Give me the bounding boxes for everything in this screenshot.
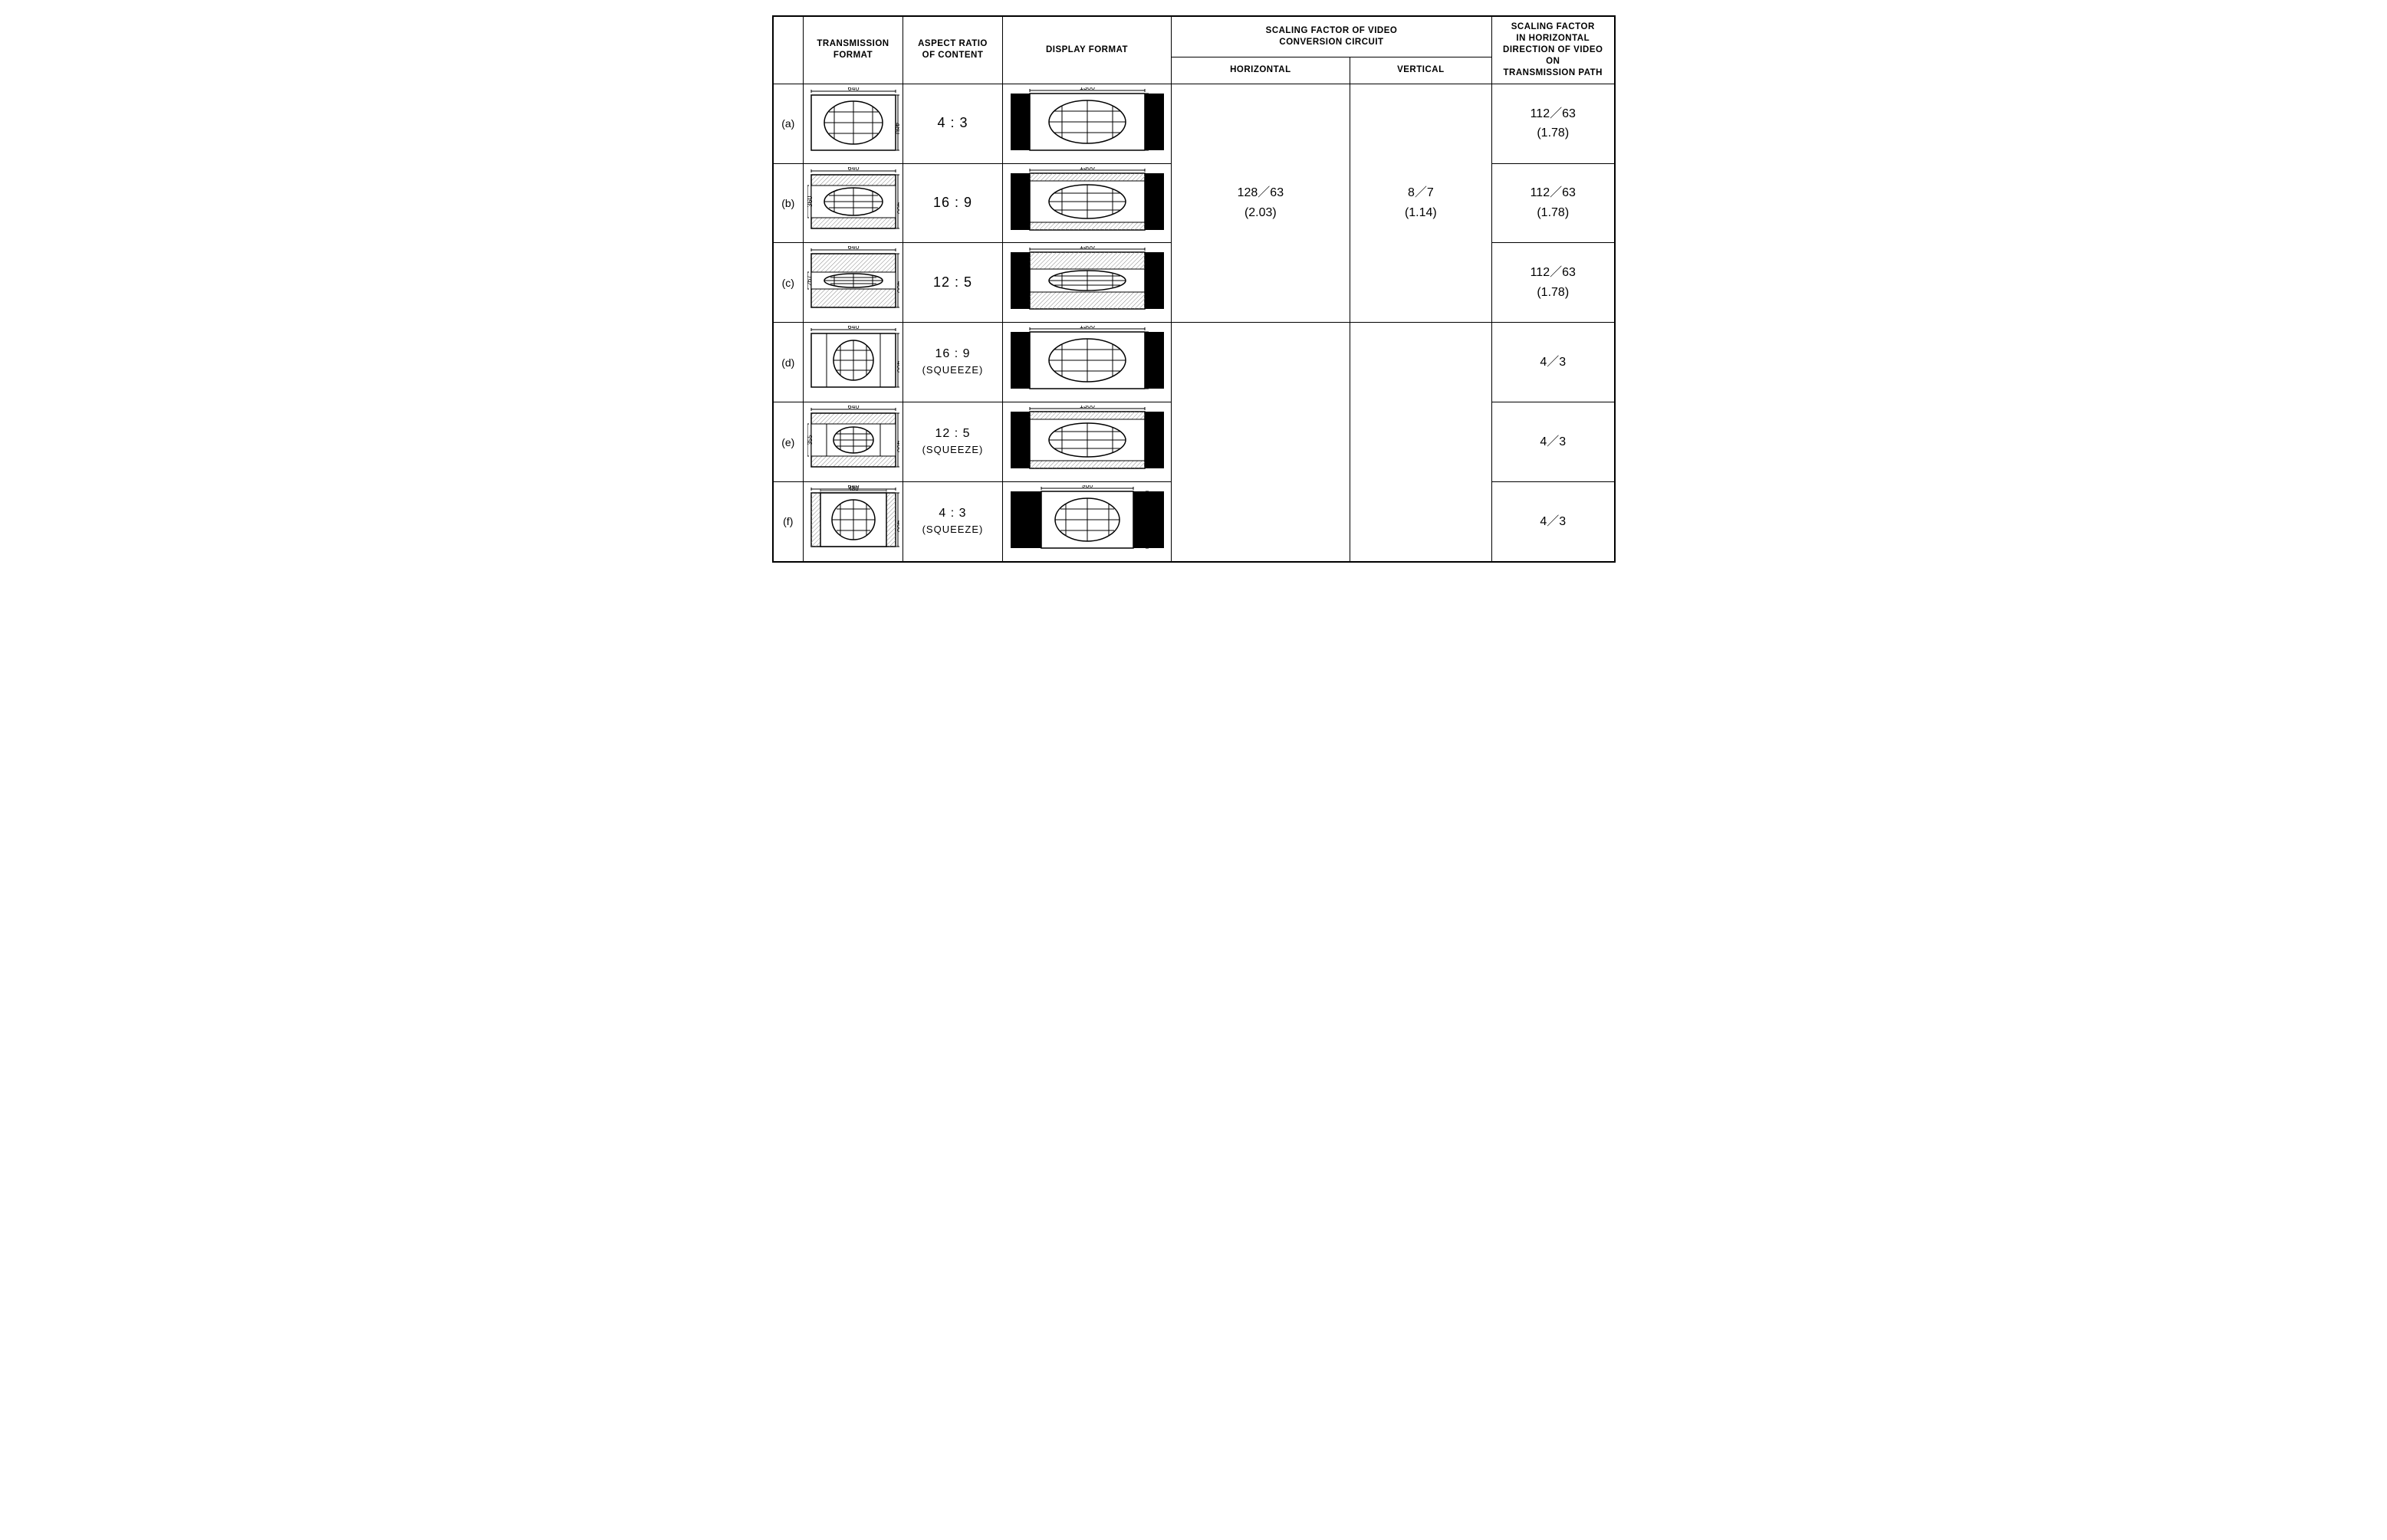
svg-text:411: 411 <box>1149 199 1159 206</box>
row-label-f: (f) <box>773 482 804 562</box>
header-horizontal: HORIZONTAL <box>1172 57 1350 84</box>
table-row: (a) 640 480 <box>773 84 1615 163</box>
scaling-path-b: 112／63(1.78) <box>1492 163 1615 243</box>
svg-text:480: 480 <box>894 123 899 134</box>
svg-text:640: 640 <box>847 326 859 330</box>
svg-text:480: 480 <box>1149 517 1160 524</box>
scaling-path-f: 4／3 <box>1492 482 1615 562</box>
scaling-vertical-abc: 8／7(1.14) <box>1350 84 1491 323</box>
svg-text:360: 360 <box>807 195 814 207</box>
svg-text:305: 305 <box>1149 277 1160 284</box>
transmission-diagram-f: 640 480 480 <box>804 482 903 562</box>
header-scaling-path: SCALING FACTORIN HORIZONTALDIRECTION OF … <box>1492 16 1615 84</box>
svg-text:480: 480 <box>848 485 859 492</box>
scaling-path-a: 112／63(1.78) <box>1492 84 1615 163</box>
aspect-d: 16 : 9(SQUEEZE) <box>903 323 1003 402</box>
scaling-vertical-def <box>1350 323 1491 562</box>
svg-text:480: 480 <box>896 202 899 214</box>
transmission-diagram-a: 640 480 <box>804 84 903 163</box>
svg-text:480: 480 <box>1149 357 1160 365</box>
svg-text:480: 480 <box>896 520 899 532</box>
transmission-diagram-b: 640 360 480 <box>804 163 903 243</box>
display-diagram-e: 1300 405 <box>1003 402 1172 482</box>
header-vertical: VERTICAL <box>1350 57 1491 84</box>
scaling-horizontal-abc: 128／63(2.03) <box>1172 84 1350 323</box>
svg-text:640: 640 <box>847 167 859 172</box>
svg-text:1300: 1300 <box>1079 326 1094 330</box>
aspect-f: 4 : 3(SQUEEZE) <box>903 482 1003 562</box>
table-row: (d) 640 <box>773 323 1615 402</box>
row-label-d: (d) <box>773 323 804 402</box>
svg-text:640: 640 <box>847 246 859 251</box>
row-label-a: (a) <box>773 84 804 163</box>
row-label-e: (e) <box>773 402 804 482</box>
scaling-horizontal-def <box>1172 323 1350 562</box>
row-label-b: (b) <box>773 163 804 243</box>
scaling-path-d: 4／3 <box>1492 323 1615 402</box>
header-display-format: DISPLAY FORMAT <box>1003 16 1172 84</box>
header-empty <box>773 16 804 84</box>
aspect-b: 16 : 9 <box>903 163 1003 243</box>
transmission-diagram-c: 640 267 480 <box>804 243 903 323</box>
transmission-diagram-d: 640 480 <box>804 323 903 402</box>
display-diagram-a: 1300 480 <box>1003 84 1172 163</box>
scaling-path-c: 112／63(1.78) <box>1492 243 1615 323</box>
header-transmission-format: TRANSMISSIONFORMAT <box>804 16 903 84</box>
svg-text:480: 480 <box>1147 119 1159 126</box>
svg-text:1300: 1300 <box>1079 87 1094 91</box>
scaling-path-e: 4／3 <box>1492 402 1615 482</box>
svg-text:640: 640 <box>847 87 859 92</box>
table-wrapper: TRANSMISSIONFORMAT ASPECT RATIOOF CONTEN… <box>772 15 1616 563</box>
main-table: TRANSMISSIONFORMAT ASPECT RATIOOF CONTEN… <box>772 15 1616 563</box>
header-aspect-ratio: ASPECT RATIOOF CONTENT <box>903 16 1003 84</box>
svg-text:405: 405 <box>1149 437 1160 445</box>
display-diagram-f: 980 480 <box>1003 482 1172 562</box>
svg-text:1300: 1300 <box>1079 246 1094 250</box>
aspect-e: 12 : 5(SQUEEZE) <box>903 402 1003 482</box>
svg-text:267: 267 <box>807 275 813 286</box>
row-label-c: (c) <box>773 243 804 323</box>
svg-text:480: 480 <box>896 441 899 452</box>
display-diagram-d: 1300 480 <box>1003 323 1172 402</box>
svg-text:980: 980 <box>1081 485 1093 489</box>
display-diagram-c: 1300 305 <box>1003 243 1172 323</box>
aspect-a: 4 : 3 <box>903 84 1003 163</box>
svg-text:1300: 1300 <box>1079 167 1094 171</box>
svg-text:480: 480 <box>896 281 899 293</box>
svg-text:355: 355 <box>807 435 814 445</box>
svg-text:1300: 1300 <box>1079 406 1094 409</box>
header-scaling-video: SCALING FACTOR OF VIDEOCONVERSION CIRCUI… <box>1172 16 1492 57</box>
svg-text:480: 480 <box>896 361 899 373</box>
svg-text:640: 640 <box>847 406 859 410</box>
aspect-c: 12 : 5 <box>903 243 1003 323</box>
display-diagram-b: 1300 411 <box>1003 163 1172 243</box>
transmission-diagram-e: 640 355 480 <box>804 402 903 482</box>
